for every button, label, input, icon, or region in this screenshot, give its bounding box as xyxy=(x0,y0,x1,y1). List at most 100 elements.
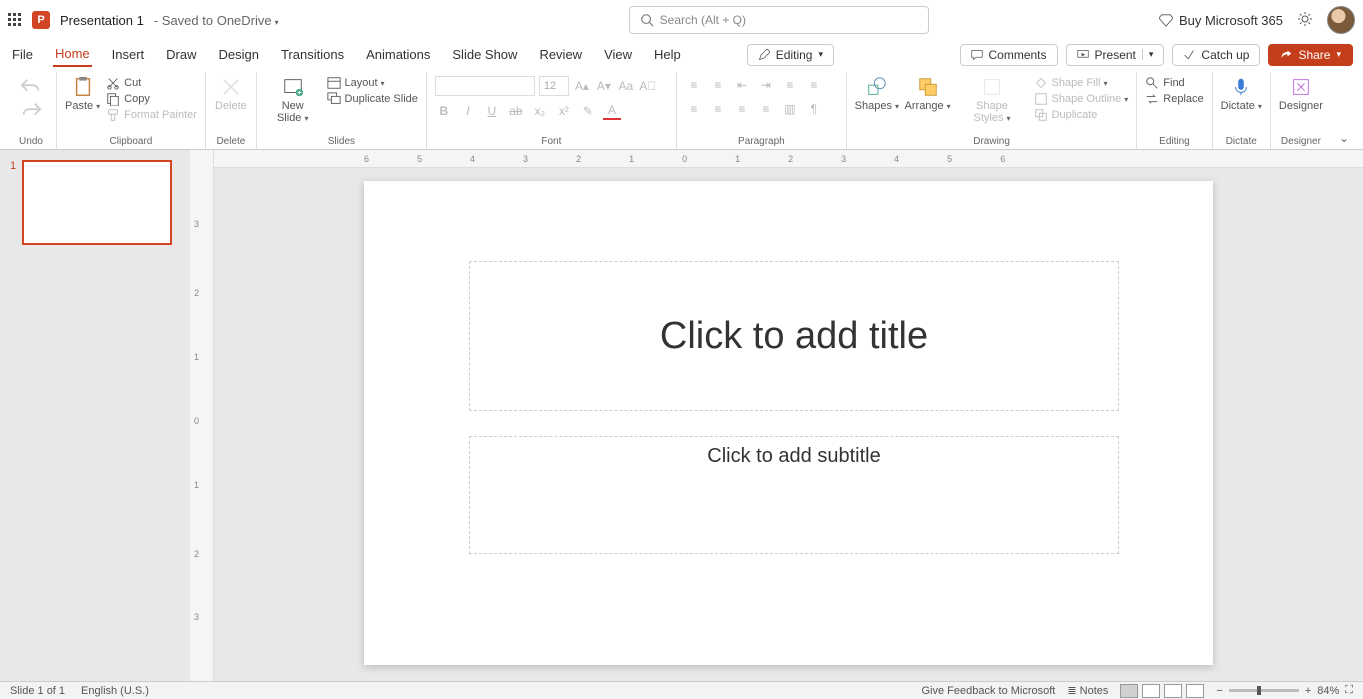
zoom-in-button[interactable]: + xyxy=(1305,685,1311,697)
dictate-button[interactable]: Dictate xyxy=(1221,76,1262,112)
title-placeholder[interactable]: Click to add title xyxy=(469,261,1119,411)
avatar[interactable] xyxy=(1327,6,1355,34)
slide-counter[interactable]: Slide 1 of 1 xyxy=(10,685,65,697)
copy-button[interactable]: Copy xyxy=(106,92,197,106)
ruler-tick: 0 xyxy=(682,154,687,164)
redo-button[interactable] xyxy=(14,100,48,122)
text-direction-button[interactable]: ≡ xyxy=(805,76,823,94)
shape-fill-button[interactable]: Shape Fill xyxy=(1034,76,1129,90)
align-left-button[interactable]: ≡ xyxy=(685,100,703,118)
duplicate-shape-button[interactable]: Duplicate xyxy=(1034,108,1129,122)
shapes-button[interactable]: Shapes xyxy=(855,76,899,112)
clear-format-icon[interactable]: A⃠ xyxy=(639,77,657,95)
fit-button[interactable]: ⛶ xyxy=(1345,684,1353,697)
find-button[interactable]: Find xyxy=(1145,76,1203,90)
thumbnail-slide-1[interactable] xyxy=(22,160,172,245)
thumbnail-panel[interactable]: 1 xyxy=(0,150,190,681)
comments-button[interactable]: Comments xyxy=(960,44,1058,66)
tab-view[interactable]: View xyxy=(602,43,634,66)
tab-design[interactable]: Design xyxy=(217,43,261,66)
decrease-font-icon[interactable]: A▾ xyxy=(595,77,613,95)
notes-button[interactable]: ≣ Notes xyxy=(1067,684,1108,697)
search-input[interactable]: Search (Alt + Q) xyxy=(629,6,929,34)
slideshow-view-button[interactable] xyxy=(1186,684,1204,698)
duplicate-slide-button[interactable]: Duplicate Slide xyxy=(327,92,418,106)
tab-insert[interactable]: Insert xyxy=(110,43,147,66)
subscript-button[interactable]: x₂ xyxy=(531,102,549,120)
ribbon-collapse-button[interactable]: ⌄ xyxy=(1331,127,1357,149)
shape-outline-button[interactable]: Shape Outline xyxy=(1034,92,1129,106)
delete-button[interactable]: Delete xyxy=(214,76,248,112)
increase-font-icon[interactable]: A▴ xyxy=(573,77,591,95)
italic-button[interactable]: I xyxy=(459,102,477,120)
zoom-percent[interactable]: 84% xyxy=(1317,685,1339,697)
format-painter-button[interactable]: Format Painter xyxy=(106,108,197,122)
columns-button[interactable]: ▥ xyxy=(781,100,799,118)
tab-draw[interactable]: Draw xyxy=(164,43,198,66)
tab-file[interactable]: File xyxy=(10,43,35,66)
replace-button[interactable]: Replace xyxy=(1145,92,1203,106)
zoom-out-button[interactable]: − xyxy=(1216,685,1222,697)
change-case-icon[interactable]: Aa xyxy=(617,77,635,95)
catchup-button[interactable]: Catch up xyxy=(1172,44,1260,66)
language-status[interactable]: English (U.S.) xyxy=(81,685,149,697)
doc-title[interactable]: Presentation 1 xyxy=(60,13,144,28)
app-launcher-icon[interactable] xyxy=(8,13,22,27)
layout-button[interactable]: Layout xyxy=(327,76,418,90)
undo-button[interactable] xyxy=(14,76,48,98)
cut-button[interactable]: Cut xyxy=(106,76,197,90)
settings-button[interactable] xyxy=(1297,11,1313,30)
arrange-button[interactable]: Arrange xyxy=(905,76,951,112)
thumbnail-row-1[interactable]: 1 xyxy=(10,160,180,245)
save-status[interactable]: - Saved to OneDrive xyxy=(154,13,279,28)
new-slide-button[interactable]: New Slide xyxy=(265,76,321,124)
buy-microsoft-link[interactable]: Buy Microsoft 365 xyxy=(1159,13,1283,28)
subtitle-placeholder[interactable]: Click to add subtitle xyxy=(469,436,1119,554)
numbering-button[interactable]: ≡ xyxy=(709,76,727,94)
indent-dec-button[interactable]: ⇤ xyxy=(733,76,751,94)
duplicate-icon xyxy=(327,92,341,106)
reading-view-button[interactable] xyxy=(1164,684,1182,698)
shapes-icon xyxy=(866,76,888,98)
present-icon xyxy=(1077,49,1089,61)
tab-slideshow[interactable]: Slide Show xyxy=(450,43,519,66)
group-drawing: Shapes Arrange Shape Styles Shape Fill S… xyxy=(847,72,1137,149)
tab-home[interactable]: Home xyxy=(53,42,92,67)
mic-icon xyxy=(1230,76,1252,98)
line-spacing-button[interactable]: ≡ xyxy=(781,76,799,94)
ruler-tick: 1 xyxy=(194,352,199,362)
bold-button[interactable]: B xyxy=(435,102,453,120)
font-color-button[interactable]: A xyxy=(603,102,621,120)
align-center-button[interactable]: ≡ xyxy=(709,100,727,118)
font-family-input[interactable] xyxy=(435,76,535,96)
tab-help[interactable]: Help xyxy=(652,43,683,66)
designer-button[interactable]: Designer xyxy=(1279,76,1323,112)
highlight-button[interactable]: ✎ xyxy=(579,102,597,120)
feedback-link[interactable]: Give Feedback to Microsoft xyxy=(921,685,1055,697)
share-button[interactable]: Share ▾ xyxy=(1268,44,1353,66)
indent-inc-button[interactable]: ⇥ xyxy=(757,76,775,94)
superscript-button[interactable]: x² xyxy=(555,102,573,120)
ribbon: Undo Paste Cut Copy Format Painter Clipb… xyxy=(0,70,1363,150)
paste-button[interactable]: Paste xyxy=(65,76,100,112)
editing-mode-button[interactable]: Editing ▾ xyxy=(747,44,834,66)
font-size-input[interactable]: 12 xyxy=(539,76,569,96)
tab-review[interactable]: Review xyxy=(537,43,584,66)
tab-transitions[interactable]: Transitions xyxy=(279,43,346,66)
underline-button[interactable]: U xyxy=(483,102,501,120)
rtl-button[interactable]: ¶ xyxy=(805,100,823,118)
present-button[interactable]: Present ▾ xyxy=(1066,44,1165,66)
justify-button[interactable]: ≡ xyxy=(757,100,775,118)
bullets-button[interactable]: ≡ xyxy=(685,76,703,94)
zoom-thumb[interactable] xyxy=(1257,686,1261,695)
shape-styles-button[interactable]: Shape Styles xyxy=(956,76,1027,124)
sorter-view-button[interactable] xyxy=(1142,684,1160,698)
arrange-icon xyxy=(917,76,939,98)
normal-view-button[interactable] xyxy=(1120,684,1138,698)
align-right-button[interactable]: ≡ xyxy=(733,100,751,118)
strike-button[interactable]: ab xyxy=(507,102,525,120)
zoom-slider[interactable] xyxy=(1229,689,1299,692)
slide-canvas[interactable]: Click to add title Click to add subtitle xyxy=(364,181,1213,665)
cut-icon xyxy=(106,76,120,90)
tab-animations[interactable]: Animations xyxy=(364,43,432,66)
